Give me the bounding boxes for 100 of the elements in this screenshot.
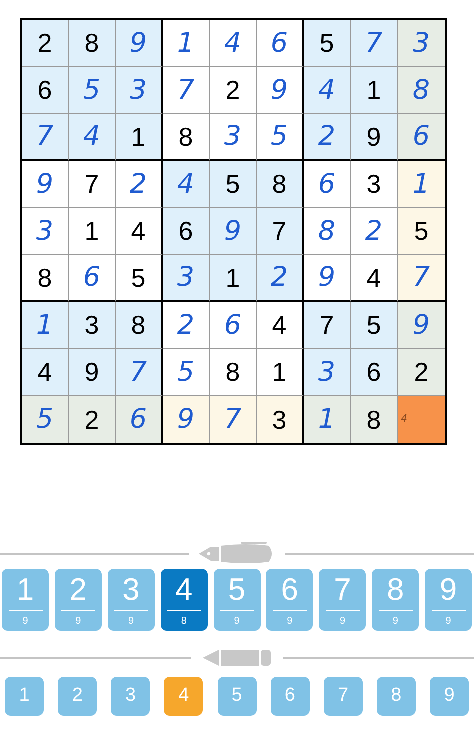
sudoku-cell[interactable]: 9 bbox=[116, 20, 163, 67]
sudoku-cell[interactable]: 7 bbox=[257, 208, 304, 255]
pen-digit-button[interactable]: 4 8 bbox=[160, 569, 208, 631]
sudoku-cell[interactable]: 3 bbox=[304, 349, 351, 396]
sudoku-cell[interactable]: 1 bbox=[398, 161, 445, 208]
sudoku-cell[interactable]: 6 bbox=[163, 208, 210, 255]
sudoku-cell[interactable]: 1 bbox=[210, 255, 257, 302]
entered-digit: 1 bbox=[36, 312, 54, 338]
given-digit: 3 bbox=[272, 406, 287, 432]
sudoku-cell[interactable]: 8 bbox=[210, 349, 257, 396]
sudoku-cell[interactable]: 9 bbox=[398, 302, 445, 349]
sudoku-cell[interactable]: 4 bbox=[116, 208, 163, 255]
sudoku-cell[interactable]: 5 bbox=[116, 255, 163, 302]
sudoku-cell[interactable]: 9 bbox=[69, 349, 116, 396]
sudoku-cell[interactable]: 2 bbox=[210, 67, 257, 114]
sudoku-cell[interactable]: 1 bbox=[304, 396, 351, 443]
sudoku-cell[interactable]: 4 bbox=[210, 20, 257, 67]
sudoku-cell[interactable]: 3 bbox=[163, 255, 210, 302]
sudoku-cell[interactable]: 3 bbox=[116, 67, 163, 114]
entered-digit: 6 bbox=[83, 264, 101, 291]
digit-label: 5 bbox=[228, 573, 246, 607]
sudoku-cell[interactable]: 5 bbox=[257, 114, 304, 161]
sudoku-cell[interactable]: 2 bbox=[163, 302, 210, 349]
sudoku-cell[interactable]: 6 bbox=[69, 255, 116, 302]
sudoku-cell[interactable]: 7 bbox=[351, 20, 398, 67]
sudoku-cell[interactable]: 8 bbox=[163, 114, 210, 161]
sudoku-cell[interactable]: 5 bbox=[22, 396, 69, 443]
sudoku-cell[interactable]: 1 bbox=[351, 67, 398, 114]
sudoku-cell[interactable]: 4 bbox=[351, 255, 398, 302]
sudoku-cell[interactable]: 4 bbox=[257, 302, 304, 349]
sudoku-cell[interactable]: 1 bbox=[116, 114, 163, 161]
sudoku-cell[interactable]: 1 bbox=[163, 20, 210, 67]
sudoku-cell[interactable]: 6 bbox=[304, 161, 351, 208]
sudoku-cell[interactable]: 5 bbox=[163, 349, 210, 396]
sudoku-cell[interactable]: 9 bbox=[257, 67, 304, 114]
sudoku-cell[interactable]: 4 bbox=[69, 114, 116, 161]
sudoku-cell[interactable]: 9 bbox=[351, 114, 398, 161]
sudoku-cell[interactable]: 8 bbox=[351, 396, 398, 443]
sudoku-cell[interactable]: 9 bbox=[304, 255, 351, 302]
sudoku-cell[interactable]: 7 bbox=[69, 161, 116, 208]
sudoku-cell[interactable]: 8 bbox=[304, 208, 351, 255]
entered-digit: 3 bbox=[177, 264, 195, 291]
sudoku-cell[interactable]: 9 bbox=[163, 396, 210, 443]
sudoku-cell[interactable]: 6 bbox=[210, 302, 257, 349]
sudoku-cell[interactable]: 7 bbox=[163, 67, 210, 114]
sudoku-cell[interactable]: 2 bbox=[22, 20, 69, 67]
sudoku-cell[interactable]: 2 bbox=[116, 161, 163, 208]
given-digit: 5 bbox=[366, 312, 382, 338]
sudoku-cell[interactable]: 2 bbox=[69, 396, 116, 443]
given-digit: 2 bbox=[84, 406, 100, 432]
sudoku-cell[interactable]: 9 bbox=[210, 208, 257, 255]
given-digit: 4 bbox=[38, 359, 52, 385]
sudoku-cell[interactable]: 2 bbox=[257, 255, 304, 302]
sudoku-cell[interactable]: 3 bbox=[351, 161, 398, 208]
digit-label: 1 bbox=[16, 573, 34, 607]
sudoku-cell[interactable]: 7 bbox=[398, 255, 445, 302]
entered-digit: 3 bbox=[318, 358, 336, 386]
sudoku-cell[interactable]: 8 bbox=[398, 67, 445, 114]
sudoku-cell[interactable]: 6 bbox=[351, 349, 398, 396]
sudoku-cell[interactable]: 2 bbox=[304, 114, 351, 161]
sudoku-cell[interactable]: 3 bbox=[257, 396, 304, 443]
pencil-note: 4 bbox=[401, 414, 408, 425]
sudoku-cell[interactable]: 2 bbox=[351, 208, 398, 255]
given-digit: 3 bbox=[366, 171, 382, 197]
sudoku-cell[interactable]: 7 bbox=[22, 114, 69, 161]
sudoku-cell[interactable]: 1 bbox=[22, 302, 69, 349]
sudoku-cell[interactable]: 1 bbox=[257, 349, 304, 396]
sudoku-cell[interactable]: 1 bbox=[69, 208, 116, 255]
sudoku-cell[interactable]: 5 bbox=[210, 161, 257, 208]
sudoku-cell[interactable]: 6 bbox=[116, 396, 163, 443]
sudoku-cell[interactable]: 6 bbox=[257, 20, 304, 67]
sudoku-cell[interactable]: 6 bbox=[22, 67, 69, 114]
sudoku-cell[interactable]: 7 bbox=[116, 349, 163, 396]
given-digit: 6 bbox=[178, 218, 194, 244]
entered-digit: 7 bbox=[36, 123, 54, 150]
sudoku-cell[interactable]: 3 bbox=[22, 208, 69, 255]
sudoku-cell[interactable]: 4 bbox=[22, 349, 69, 396]
sudoku-cell[interactable]: 8 bbox=[22, 255, 69, 302]
sudoku-cell[interactable]: 2 bbox=[398, 349, 445, 396]
sudoku-cell[interactable]: 5 bbox=[398, 208, 445, 255]
sudoku-cell[interactable]: 5 bbox=[69, 67, 116, 114]
sudoku-cell[interactable]: 8 bbox=[69, 20, 116, 67]
sudoku-cell[interactable]: 4 bbox=[163, 161, 210, 208]
digit-label: 8 bbox=[387, 573, 404, 607]
sudoku-cell[interactable]: 8 bbox=[257, 161, 304, 208]
sudoku-cell[interactable]: 5 bbox=[351, 302, 398, 349]
entered-digit: 2 bbox=[177, 312, 195, 338]
sudoku-cell[interactable]: 3 bbox=[398, 20, 445, 67]
given-digit: 7 bbox=[320, 312, 334, 338]
sudoku-cell[interactable]: 4 bbox=[304, 67, 351, 114]
sudoku-cell[interactable]: 5 bbox=[304, 20, 351, 67]
sudoku-cell[interactable]: 7 bbox=[210, 396, 257, 443]
entered-digit: 9 bbox=[318, 264, 336, 291]
sudoku-cell[interactable]: 9 bbox=[22, 161, 69, 208]
entered-digit: 2 bbox=[270, 264, 288, 291]
sudoku-cell[interactable]: 3 bbox=[69, 302, 116, 349]
sudoku-cell[interactable]: 6 bbox=[398, 114, 445, 161]
sudoku-cell[interactable]: 3 bbox=[210, 114, 257, 161]
sudoku-cell[interactable]: 8 bbox=[116, 302, 163, 349]
sudoku-cell[interactable]: 7 bbox=[304, 302, 351, 349]
